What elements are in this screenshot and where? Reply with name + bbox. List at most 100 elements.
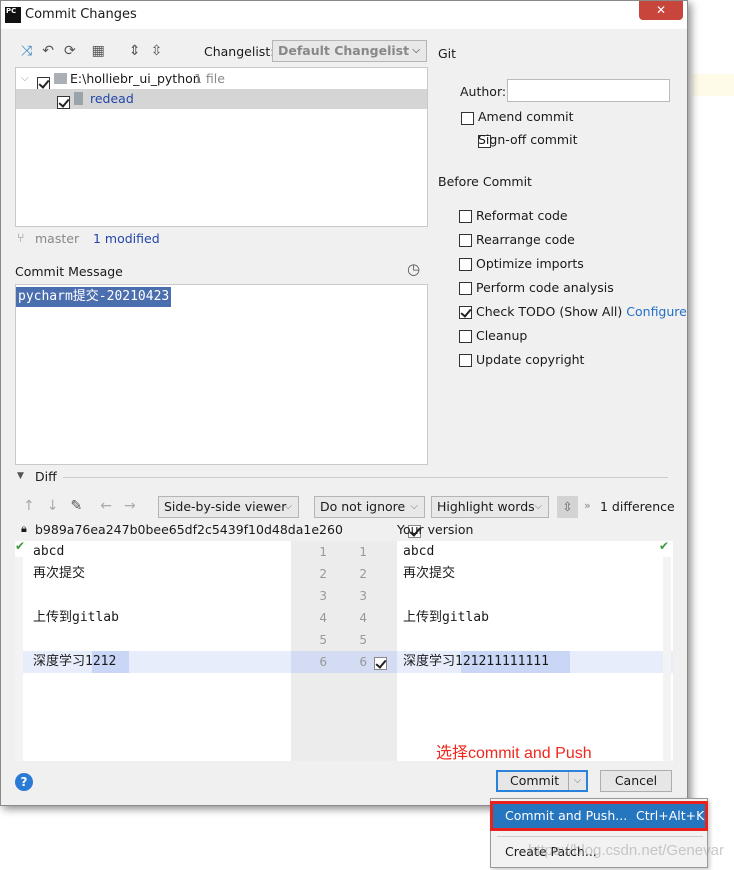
back-icon[interactable]: ← <box>100 498 112 514</box>
tree-file-row[interactable]: redead <box>16 89 427 109</box>
divider <box>63 477 668 478</box>
left-pane[interactable]: abcd 再次提交 上传到gitlab 深度学习1212 <box>33 541 289 673</box>
changelist-value: Default Changelist <box>278 43 410 58</box>
more-icon[interactable]: » <box>584 499 591 512</box>
before-commit-title: Before Commit <box>438 174 532 189</box>
author-label: Author: <box>460 84 507 99</box>
include-change-checkbox[interactable] <box>374 657 387 670</box>
expand-all-icon[interactable]: ⇕ <box>129 43 141 59</box>
right-title: Your version <box>397 522 474 537</box>
file-icon <box>74 92 83 105</box>
option-cleanup[interactable]: Cleanup <box>459 325 687 349</box>
left-revision-hash: b989a76ea247b0bee65df2c5439f10d48da1e260 <box>35 522 343 537</box>
chevron-down-icon: ⌵ <box>410 501 418 512</box>
file-checkbox[interactable] <box>57 96 70 109</box>
help-button[interactable]: ? <box>15 773 33 791</box>
line-number: 5 <box>359 633 367 647</box>
group-by-icon[interactable]: ▦ <box>92 43 105 59</box>
highlight-value: Highlight words <box>437 499 535 514</box>
expand-chevron-icon[interactable]: ⌵ <box>21 68 29 89</box>
menu-item-shortcut: Ctrl+Alt+K <box>636 808 705 823</box>
option-reformat[interactable]: Reformat code <box>459 205 687 229</box>
modified-link[interactable]: 1 modified <box>93 231 160 246</box>
refresh-icon[interactable]: ⟳ <box>64 43 76 59</box>
line-number: 6 <box>359 655 367 669</box>
code-line: 上传到gitlab <box>33 610 119 625</box>
code-line: 再次提交 <box>403 566 456 581</box>
chevron-down-icon: ⌵ <box>412 45 420 56</box>
chevron-down-icon: ⌵ <box>534 501 542 512</box>
option-code-analysis[interactable]: Perform code analysis <box>459 277 687 301</box>
option-label: Optimize imports <box>475 256 584 271</box>
option-check-todo[interactable]: Check TODO (Show All) Configure <box>459 301 687 325</box>
show-diff-icon[interactable]: ⤨ <box>21 43 32 59</box>
menu-item-label: Commit and Push... <box>505 808 628 823</box>
amend-checkbox[interactable] <box>461 112 474 125</box>
viewer-dropdown[interactable]: Side-by-side viewer ⌵ <box>158 496 299 518</box>
diff-editor: ✔ ✔ abcd 再次提交 上传到gitlab 深度学习1212 1 2 3 4… <box>15 539 673 762</box>
right-line-numbers: 1 2 3 4 5 6 <box>345 541 367 673</box>
prev-diff-icon[interactable]: ↑ <box>23 498 35 514</box>
tree-root-row[interactable]: ⌵ E:\holliebr_ui_python 1 file <box>16 68 427 90</box>
menu-item-commit-and-push[interactable]: Commit and Push... Ctrl+Alt+K <box>490 801 708 831</box>
configure-link[interactable]: Configure <box>626 304 687 319</box>
option-rearrange[interactable]: Rearrange code <box>459 229 687 253</box>
branch-name: master <box>35 231 80 246</box>
forward-icon[interactable]: → <box>124 498 136 514</box>
cancel-button[interactable]: Cancel <box>600 770 672 792</box>
edit-icon[interactable]: ✎ <box>70 498 82 514</box>
branch-icon: ⑂ <box>17 230 25 245</box>
option-label: Cleanup <box>475 328 528 343</box>
next-diff-icon[interactable]: ↓ <box>47 498 59 514</box>
left-scrollbar[interactable] <box>15 557 23 761</box>
checkbox[interactable] <box>459 234 472 247</box>
commit-options-chevron-icon[interactable]: ⌵ <box>568 772 586 790</box>
rollback-icon[interactable]: ↶ <box>42 43 54 59</box>
code-line: 上传到gitlab <box>403 610 489 625</box>
folder-icon <box>54 73 67 84</box>
right-pane[interactable]: abcd 再次提交 上传到gitlab 深度学习121211111111 <box>403 541 659 673</box>
line-number: 4 <box>359 611 367 625</box>
collapse-unchanged-icon[interactable]: ⇳ <box>557 496 578 518</box>
line-number: 2 <box>359 567 367 581</box>
option-optimize-imports[interactable]: Optimize imports <box>459 253 687 277</box>
checkbox[interactable] <box>459 258 472 271</box>
difference-count: 1 difference <box>600 499 675 514</box>
changelist-dropdown[interactable]: Default Changelist ⌵ <box>272 40 427 62</box>
changes-tree[interactable]: ⌵ E:\holliebr_ui_python 1 file redead <box>15 67 428 227</box>
line-number: 2 <box>319 567 327 581</box>
checkbox[interactable] <box>459 330 472 343</box>
checkbox[interactable] <box>459 306 472 319</box>
before-commit-options: Reformat code Rearrange code Optimize im… <box>459 205 687 373</box>
checkbox[interactable] <box>459 210 472 223</box>
line-number: 5 <box>319 633 327 647</box>
author-input[interactable] <box>507 79 670 102</box>
pycharm-logo-icon: PC <box>5 7 21 23</box>
history-clock-icon[interactable]: ◷ <box>407 260 420 278</box>
collapse-all-icon[interactable]: ⇳ <box>151 43 163 59</box>
option-label: Reformat code <box>475 208 568 223</box>
changelist-label: Changelist: <box>204 44 275 59</box>
checkbox[interactable] <box>459 282 472 295</box>
option-label: Check TODO (Show All) <box>475 304 623 319</box>
chevron-down-icon: ⌵ <box>284 501 292 512</box>
commit-dialog: PC Commit Changes ✕ ⤨ ↶ ⟳ ▦ ⇕ ⇳ Changeli… <box>0 0 688 806</box>
commit-split-button[interactable]: Commit ⌵ <box>496 770 588 792</box>
title-bar: PC Commit Changes ✕ <box>1 1 687 29</box>
option-update-copyright[interactable]: Update copyright <box>459 349 687 373</box>
amend-label: Amend commit <box>478 109 574 124</box>
line-number: 4 <box>319 611 327 625</box>
checkbox[interactable] <box>459 354 472 367</box>
ignore-dropdown[interactable]: Do not ignore ⌵ <box>314 496 425 518</box>
diff-collapse-icon[interactable]: ▼ <box>17 471 24 481</box>
commit-button[interactable]: Commit <box>510 773 559 788</box>
right-scrollbar[interactable] <box>663 557 671 761</box>
commit-message-input[interactable]: pycharm提交-20210423 <box>15 284 428 465</box>
close-button[interactable]: ✕ <box>639 1 683 20</box>
code-line: 深度学习1212 <box>33 654 117 669</box>
line-number: 3 <box>359 589 367 603</box>
highlight-dropdown[interactable]: Highlight words ⌵ <box>431 496 549 518</box>
code-line: abcd <box>33 544 65 559</box>
